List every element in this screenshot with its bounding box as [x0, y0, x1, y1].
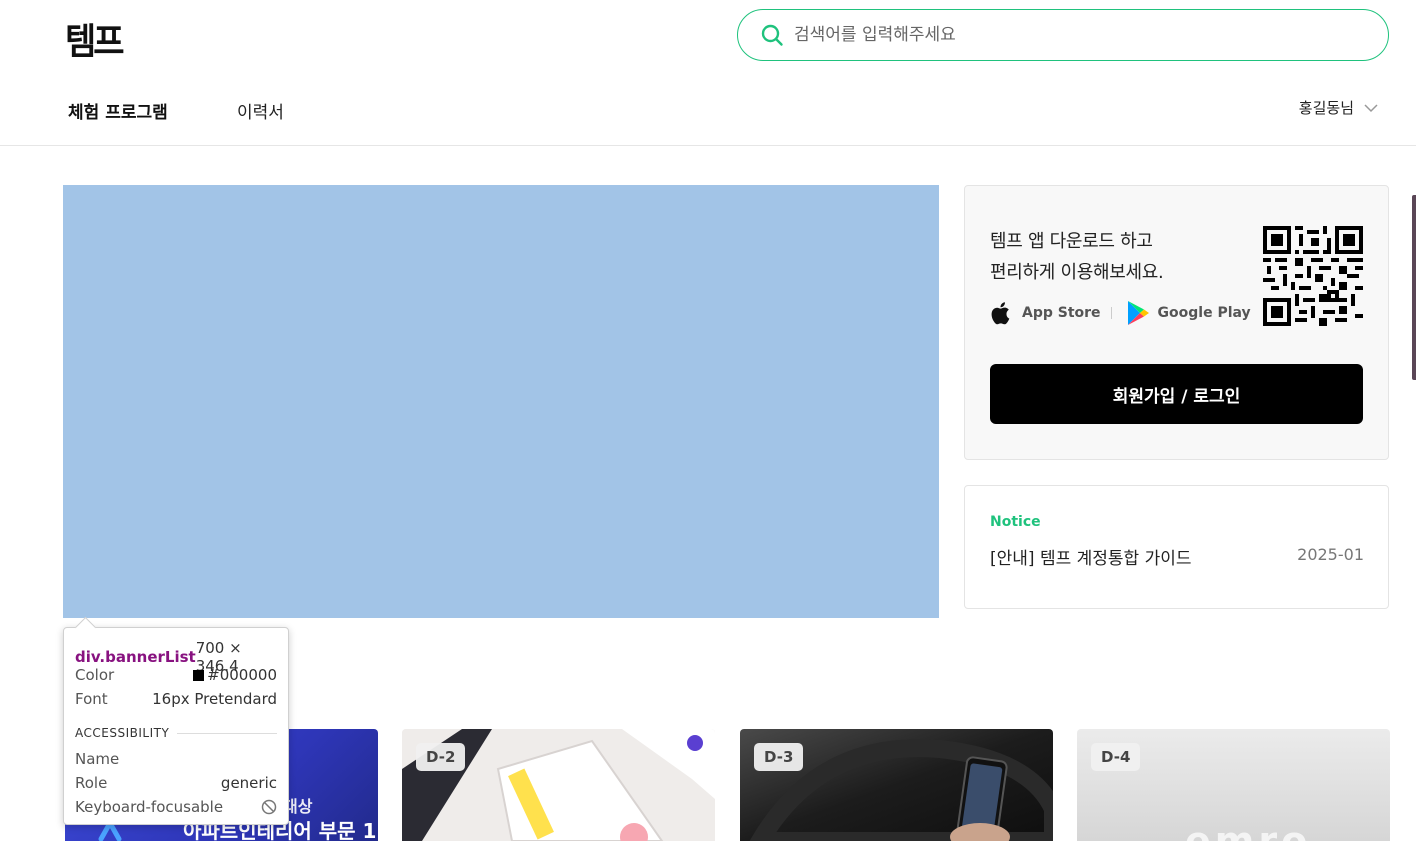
- app-store-link[interactable]: App Store: [990, 300, 1101, 326]
- tooltip-name-row: Name: [75, 750, 277, 768]
- nav-experience-program[interactable]: 체험 프로그램: [68, 98, 168, 123]
- not-focusable-icon: [261, 799, 277, 815]
- tooltip-color-value-wrap: #000000: [193, 666, 277, 684]
- google-play-label: Google Play: [1157, 305, 1251, 321]
- google-play-link[interactable]: Google Play: [1126, 300, 1251, 326]
- store-separator: [1110, 307, 1112, 319]
- tooltip-focusable-row: Keyboard-focusable: [75, 798, 277, 816]
- app-promo-line2: 편리하게 이용해보세요.: [990, 262, 1164, 283]
- tooltip-section-label: ACCESSIBILITY: [75, 726, 170, 740]
- d-day-badge: D-3: [754, 743, 804, 771]
- d-day-badge: D-4: [1091, 743, 1141, 771]
- tooltip-color-value: #000000: [207, 666, 277, 684]
- color-swatch: [193, 670, 205, 681]
- program-card-2[interactable]: D-2: [402, 729, 715, 841]
- app-promo-line1: 템프 앱 다운로드 하고: [990, 231, 1153, 252]
- program-card-4[interactable]: emro D-4: [1077, 729, 1390, 841]
- tooltip-role-value: generic: [220, 774, 277, 792]
- header-divider: [0, 145, 1416, 146]
- search-icon: [761, 24, 783, 46]
- site-logo[interactable]: 템프: [65, 13, 125, 64]
- tooltip-color-label: Color: [75, 666, 115, 684]
- notice-title: Notice: [990, 514, 1041, 530]
- notice-box: Notice [안내] 템프 계정통합 가이드 2025-01: [964, 485, 1389, 609]
- google-play-icon: [1127, 301, 1149, 325]
- d-day-badge: D-2: [416, 743, 466, 771]
- user-menu[interactable]: 홍길동님: [1299, 97, 1378, 118]
- app-download-card: 템프 앱 다운로드 하고 편리하게 이용해보세요. App Store Goog…: [964, 185, 1389, 460]
- tooltip-font-value: 16px Pretendard: [152, 690, 277, 708]
- notice-date: 2025-01: [1297, 545, 1364, 564]
- tooltip-focusable-label: Keyboard-focusable: [75, 798, 224, 816]
- app-store-label: App Store: [1022, 305, 1101, 321]
- banner-list[interactable]: [63, 185, 939, 618]
- tooltip-name-label: Name: [75, 750, 120, 768]
- user-name: 홍길동님: [1298, 99, 1354, 117]
- card-4-brand-text: emro: [1185, 819, 1312, 841]
- tooltip-color-row: Color #000000: [75, 666, 277, 684]
- chevron-down-icon: [1364, 103, 1378, 112]
- nav-resume[interactable]: 이력서: [237, 98, 284, 123]
- tooltip-accessibility-heading: ACCESSIBILITY: [75, 726, 277, 740]
- tooltip-role-label: Role: [75, 774, 108, 792]
- app-promo-text: 템프 앱 다운로드 하고 편리하게 이용해보세요.: [990, 226, 1164, 288]
- notice-link[interactable]: [안내] 템프 계정통합 가이드: [990, 544, 1192, 569]
- apple-icon: [991, 302, 1010, 325]
- qr-code: [1263, 226, 1363, 326]
- store-links: App Store Google Play: [990, 300, 1251, 326]
- devtools-inspect-tooltip: div.bannerList 700 × 346.4 Color #000000…: [63, 627, 289, 825]
- tooltip-font-label: Font: [75, 690, 108, 708]
- tooltip-section-divider: [177, 732, 277, 734]
- scroll-edge-strip: [1412, 195, 1416, 380]
- tooltip-selector: div.bannerList: [75, 648, 196, 666]
- search-bar[interactable]: [737, 9, 1389, 61]
- program-card-3[interactable]: D-3: [740, 729, 1053, 841]
- signup-login-button[interactable]: 회원가입 / 로그인: [990, 364, 1363, 424]
- search-input[interactable]: [794, 25, 1354, 45]
- tooltip-role-row: Role generic: [75, 774, 277, 792]
- tooltip-font-row: Font 16px Pretendard: [75, 690, 277, 708]
